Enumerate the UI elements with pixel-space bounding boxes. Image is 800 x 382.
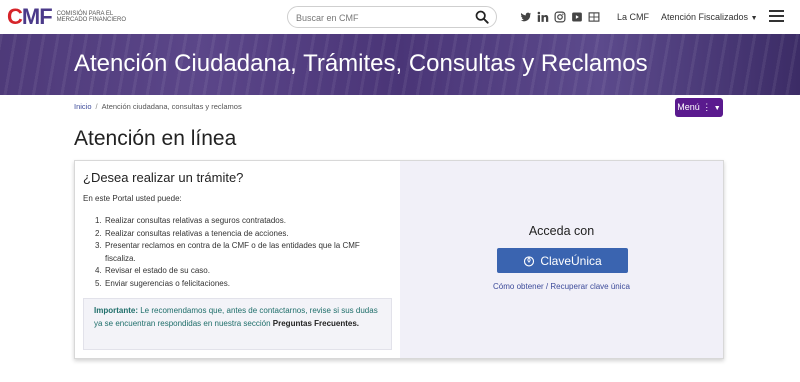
caret-down-icon: ▼ (750, 15, 758, 22)
search-input[interactable] (296, 10, 466, 25)
clave-unica-button[interactable]: ClaveÚnica (497, 248, 628, 273)
list-item: 2. Realizar consultas relativas a tenenci… (95, 228, 289, 238)
steps-list: 1. Realizar consultas relativas a seguros… (95, 215, 385, 290)
twitter-icon[interactable] (520, 10, 532, 22)
breadcrumb-home[interactable]: Inicio (74, 102, 92, 111)
linkedin-icon[interactable] (537, 10, 549, 22)
tv-icon[interactable] (588, 10, 600, 22)
important-note: Importante: Le recomendamos que, antes d… (83, 298, 392, 350)
nav-la-cmf[interactable]: La CMF (617, 12, 649, 22)
breadcrumb-current: Atención ciudadana, consultas y reclamos (101, 102, 242, 111)
card-heading: ¿Desea realizar un trámite? (83, 170, 244, 185)
youtube-icon[interactable] (571, 10, 583, 22)
card-login-panel: Acceda con ClaveÚnica Cómo obtener / Rec… (400, 161, 723, 358)
instagram-icon[interactable] (554, 10, 566, 23)
acceda-con-label: Acceda con (528, 224, 595, 238)
clave-unica-icon (524, 255, 535, 266)
hamburger-menu-icon[interactable] (769, 10, 784, 23)
vertical-dots-icon: ⋮ (702, 102, 712, 112)
menu-button[interactable]: Menú ⋮ ▼ (675, 98, 723, 117)
search-icon[interactable] (475, 10, 489, 24)
logo-subtitle: COMISIÓN PARA EL MERCADO FINANCIERO (56, 10, 126, 24)
clave-unica-label: ClaveÚnica (540, 253, 602, 268)
breadcrumb-separator: / (95, 102, 98, 111)
breadcrumb: Inicio / Atención ciudadana, consultas y r… (74, 102, 242, 111)
faq-link[interactable]: Preguntas Frecuentes. (273, 319, 359, 328)
cmf-logo-mark: CMF (7, 4, 53, 29)
search-box (287, 6, 497, 28)
list-item: 3. Presentar reclamos en contra de la CMF… (95, 241, 360, 263)
tramite-card: ¿Desea realizar un trámite? En este Port… (74, 160, 724, 359)
list-item: 5. Enviar sugerencias o felicitaciones. (95, 278, 230, 288)
menu-button-label: Menú (677, 102, 700, 112)
list-item: 1. Realizar consultas relativas a seguros… (95, 216, 286, 225)
list-item: 4. Revisar el estado de su caso. (95, 266, 210, 275)
top-bar: CMF COMISIÓN PARA EL MERCADO FINANCIERO … (0, 0, 800, 34)
card-info-panel: ¿Desea realizar un trámite? En este Port… (75, 161, 400, 358)
banner-title: Atención Ciudadana, Trámites, Consultas … (74, 50, 648, 77)
clave-unica-help-link[interactable]: Cómo obtener / Recuperar clave única (400, 282, 723, 291)
social-links (520, 10, 600, 23)
note-label: Importante: (94, 306, 138, 315)
caret-down-icon: ▼ (713, 105, 721, 112)
card-intro: En este Portal usted puede: (83, 194, 182, 203)
page-title: Atención en línea (74, 127, 237, 150)
cmf-logo[interactable]: CMF COMISIÓN PARA EL MERCADO FINANCIERO (7, 6, 127, 28)
logo-mark-text: CMF (7, 4, 53, 29)
page-banner: Atención Ciudadana, Trámites, Consultas … (0, 34, 800, 95)
nav-atencion-label: Atención Fiscalizados (661, 12, 749, 22)
nav-atencion-fiscalizados[interactable]: Atención Fiscalizados ▼ (661, 12, 758, 22)
